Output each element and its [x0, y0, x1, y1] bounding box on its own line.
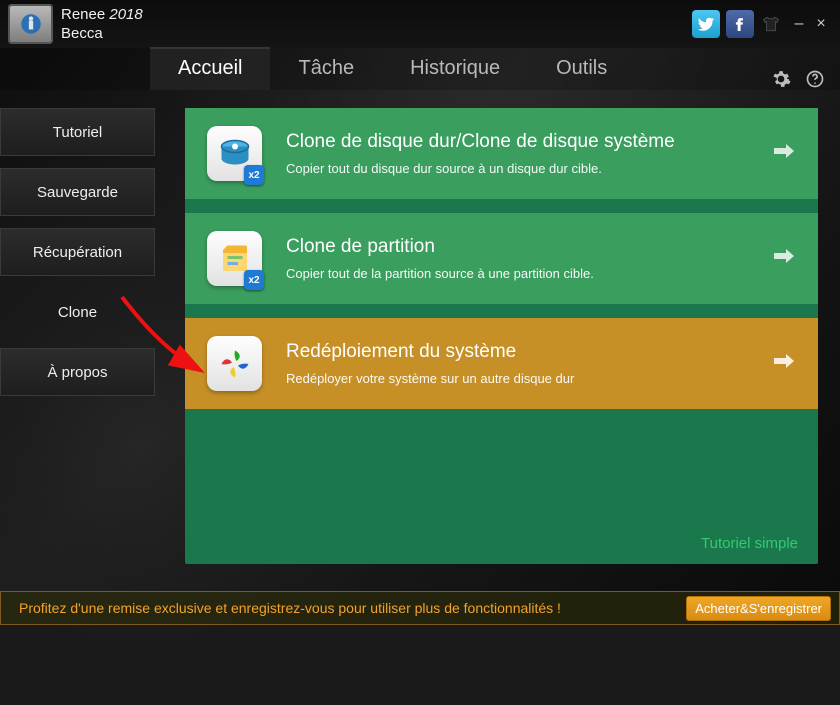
x2-badge-icon: x2: [244, 165, 264, 185]
windows-icon: [207, 336, 262, 391]
help-icon[interactable]: [804, 68, 826, 90]
sidebar: Tutoriel Sauvegarde Récupération Clone À…: [0, 90, 155, 582]
tshirt-icon[interactable]: [760, 13, 782, 35]
tab-tache[interactable]: Tâche: [270, 49, 382, 90]
buy-register-button[interactable]: Acheter&S'enregistrer: [686, 596, 831, 621]
app-title-line2: Becca: [61, 25, 103, 42]
arrow-right-icon: [772, 141, 796, 166]
option-desc: Copier tout de la partition source à une…: [286, 266, 760, 281]
option-clone-disque[interactable]: x2 Clone de disque dur/Clone de disque s…: [185, 108, 818, 199]
gear-icon[interactable]: [770, 68, 792, 90]
partition-clone-icon: x2: [207, 231, 262, 286]
tab-accueil[interactable]: Accueil: [150, 49, 270, 90]
promo-text: Profitez d'une remise exclusive et enreg…: [19, 600, 686, 616]
option-title: Clone de partition: [286, 236, 760, 258]
x2-badge-icon: x2: [244, 270, 264, 290]
tutoriel-simple-link[interactable]: Tutoriel simple: [701, 535, 798, 552]
option-redeploiement[interactable]: Redéploiement du système Redéployer votr…: [185, 318, 818, 409]
sidebar-item-recuperation[interactable]: Récupération: [0, 228, 155, 276]
tab-historique[interactable]: Historique: [382, 49, 528, 90]
app-title: Renee 2018 Becca: [61, 5, 143, 43]
arrow-right-icon: [772, 246, 796, 271]
content-area: x2 Clone de disque dur/Clone de disque s…: [155, 90, 840, 582]
sidebar-item-sauvegarde[interactable]: Sauvegarde: [0, 168, 155, 216]
sidebar-item-apropos[interactable]: À propos: [0, 348, 155, 396]
twitter-icon[interactable]: [692, 10, 720, 38]
close-button[interactable]: ×: [810, 13, 832, 35]
option-desc: Copier tout du disque dur source à un di…: [286, 161, 760, 176]
options-panel: x2 Clone de disque dur/Clone de disque s…: [185, 108, 818, 564]
tab-outils[interactable]: Outils: [528, 49, 635, 90]
minimize-button[interactable]: –: [788, 13, 810, 35]
app-logo-icon: [8, 4, 53, 44]
option-title: Clone de disque dur/Clone de disque syst…: [286, 131, 760, 153]
disk-clone-icon: x2: [207, 126, 262, 181]
facebook-icon[interactable]: [726, 10, 754, 38]
option-title: Redéploiement du système: [286, 341, 760, 363]
sidebar-item-tutoriel[interactable]: Tutoriel: [0, 108, 155, 156]
top-nav: Accueil Tâche Historique Outils: [0, 48, 840, 90]
body-area: Tutoriel Sauvegarde Récupération Clone À…: [0, 90, 840, 582]
sidebar-item-clone[interactable]: Clone: [0, 288, 155, 336]
app-title-line1a: Renee: [61, 6, 109, 23]
promo-bar: Profitez d'une remise exclusive et enreg…: [0, 591, 840, 625]
option-desc: Redéployer votre système sur un autre di…: [286, 371, 760, 386]
title-bar: Renee 2018 Becca – ×: [0, 0, 840, 48]
option-clone-partition[interactable]: x2 Clone de partition Copier tout de la …: [185, 213, 818, 304]
arrow-right-icon: [772, 351, 796, 376]
app-title-line1b: 2018: [109, 6, 142, 23]
